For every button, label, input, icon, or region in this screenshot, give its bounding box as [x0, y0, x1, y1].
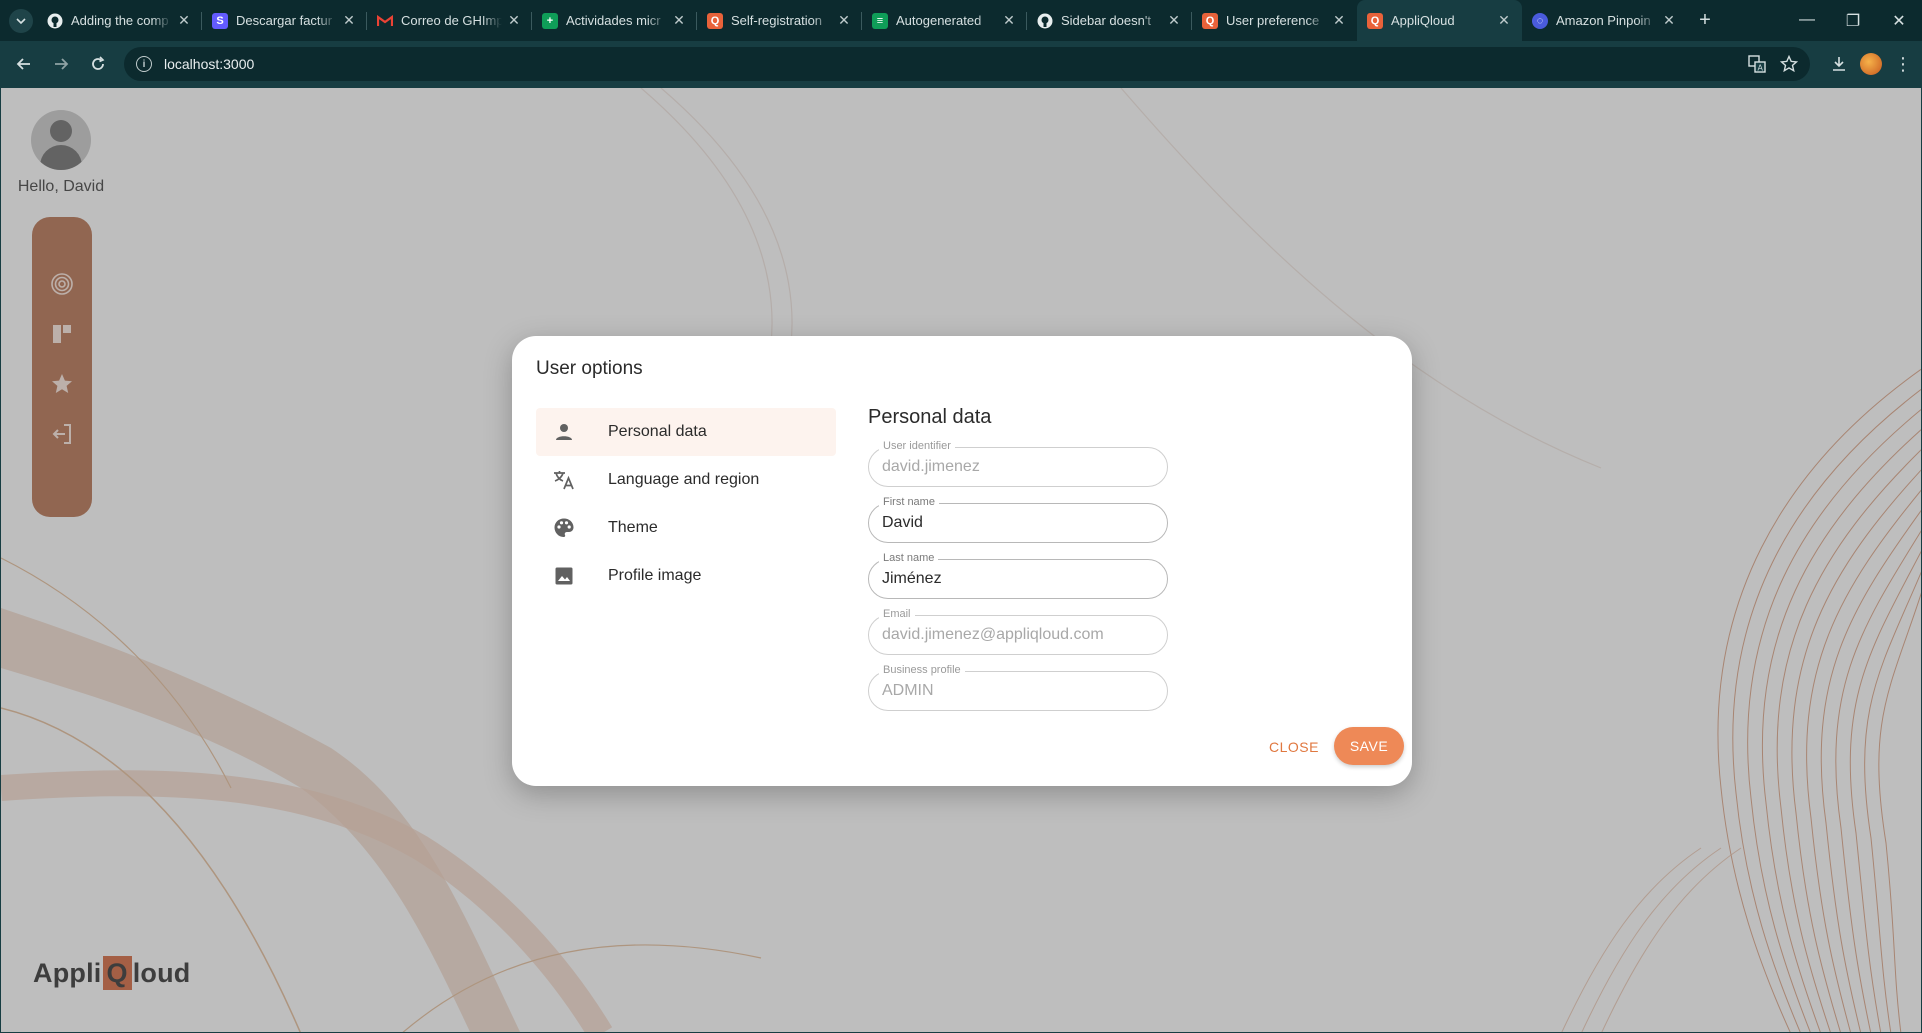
- close-icon[interactable]: ✕: [341, 12, 357, 29]
- svg-text:A: A: [1758, 64, 1764, 73]
- new-tab-button[interactable]: +: [1687, 9, 1723, 32]
- menu-item-language-region[interactable]: Language and region: [536, 456, 836, 504]
- browser-tab[interactable]: Sidebar doesn't ✕: [1027, 0, 1192, 41]
- browser-profile-avatar[interactable]: [1860, 53, 1882, 75]
- image-icon: [552, 564, 576, 588]
- close-icon[interactable]: ✕: [1001, 12, 1017, 29]
- appliqloud-icon: Q: [1367, 12, 1383, 29]
- business-profile-field: Business profile: [868, 664, 1168, 711]
- close-icon[interactable]: ✕: [506, 12, 522, 29]
- browser-tab[interactable]: ≡ Autogenerated ✕: [862, 0, 1027, 41]
- download-icon[interactable]: [1830, 55, 1848, 73]
- reload-button[interactable]: [80, 46, 116, 82]
- url-text: localhost:3000: [164, 56, 255, 72]
- tab-search-button[interactable]: [9, 8, 33, 33]
- reload-icon: [92, 56, 105, 70]
- site-info-icon[interactable]: i: [136, 56, 152, 72]
- close-button[interactable]: CLOSE: [1269, 739, 1319, 755]
- tab-title: Descargar factur: [236, 13, 333, 28]
- tab-title: Autogenerated: [896, 13, 982, 28]
- close-icon[interactable]: ✕: [1331, 12, 1347, 29]
- browser-tab[interactable]: Q User preference ✕: [1192, 0, 1357, 41]
- arrow-left-icon: [16, 58, 30, 70]
- save-button[interactable]: SAVE: [1334, 727, 1404, 765]
- browser-toolbar: i localhost:3000 A ⋮: [0, 41, 1922, 87]
- github-icon: [47, 13, 63, 29]
- translate-page-icon[interactable]: A: [1748, 55, 1766, 73]
- aws-icon: ◌: [1532, 12, 1548, 29]
- first-name-input[interactable]: [882, 504, 1152, 542]
- user-options-dialog: User options Personal data Language and …: [512, 336, 1412, 786]
- browser-tab[interactable]: S Descargar factur ✕: [202, 0, 367, 41]
- sheets-icon: +: [542, 12, 558, 29]
- bookmark-star-icon[interactable]: [1780, 55, 1798, 73]
- close-icon[interactable]: ✕: [1661, 12, 1677, 29]
- tab-title: AppliQloud: [1391, 13, 1455, 28]
- browser-tab[interactable]: Q Self-registration ✕: [697, 0, 862, 41]
- tab-title: Actividades micr: [566, 13, 661, 28]
- last-name-field[interactable]: Last name: [868, 552, 1168, 599]
- appliqloud-icon: Q: [707, 12, 723, 29]
- person-icon: [552, 420, 576, 444]
- browser-tab-active[interactable]: Q AppliQloud ✕: [1357, 0, 1522, 41]
- user-identifier-field: User identifier: [868, 440, 1168, 487]
- close-icon[interactable]: ✕: [1166, 12, 1182, 29]
- menu-item-label: Personal data: [608, 423, 707, 440]
- github-icon: [1037, 13, 1053, 29]
- user-identifier-input: [882, 448, 1152, 486]
- appliqloud-icon: Q: [1202, 12, 1218, 29]
- window-close-button[interactable]: ✕: [1876, 11, 1922, 31]
- close-icon[interactable]: ✕: [176, 12, 192, 29]
- close-icon[interactable]: ✕: [1496, 12, 1512, 29]
- close-icon[interactable]: ✕: [671, 12, 687, 29]
- email-input: [882, 616, 1152, 654]
- translate-icon: [552, 468, 576, 492]
- tab-title: Self-registration: [731, 13, 823, 28]
- stripe-icon: S: [212, 12, 228, 29]
- menu-item-theme[interactable]: Theme: [536, 504, 836, 552]
- menu-item-label: Theme: [608, 519, 658, 536]
- minimize-button[interactable]: —: [1784, 11, 1830, 31]
- close-icon[interactable]: ✕: [836, 12, 852, 29]
- address-bar[interactable]: i localhost:3000 A: [124, 47, 1810, 81]
- arrow-right-icon: [55, 58, 69, 70]
- browser-tab[interactable]: Correo de GHImp ✕: [367, 0, 532, 41]
- tab-title: Adding the comp: [71, 13, 169, 28]
- tab-title: Sidebar doesn't: [1061, 13, 1151, 28]
- browser-tab-strip: Adding the comp ✕ S Descargar factur ✕ C…: [0, 0, 1922, 41]
- browser-tab[interactable]: ◌ Amazon Pinpoin ✕: [1522, 0, 1687, 41]
- sheets-icon: ≡: [872, 12, 888, 29]
- dialog-title: User options: [536, 358, 643, 379]
- page-viewport: Hello, David Appli Qloud User options Per…: [0, 87, 1922, 1033]
- first-name-field[interactable]: First name: [868, 496, 1168, 543]
- more-menu-icon[interactable]: ⋮: [1894, 54, 1912, 75]
- tab-title: Amazon Pinpoin: [1556, 13, 1651, 28]
- tab-title: User preference: [1226, 13, 1320, 28]
- palette-icon: [552, 516, 576, 540]
- menu-item-label: Profile image: [608, 567, 702, 584]
- email-field: Email: [868, 608, 1168, 655]
- menu-item-profile-image[interactable]: Profile image: [536, 552, 836, 600]
- last-name-input[interactable]: [882, 560, 1152, 598]
- menu-item-label: Language and region: [608, 471, 760, 488]
- options-menu: Personal data Language and region Theme …: [536, 408, 836, 600]
- business-profile-input: [882, 672, 1152, 710]
- section-title: Personal data: [868, 406, 992, 428]
- gmail-icon: [377, 13, 393, 29]
- tab-title: Correo de GHImp: [401, 13, 502, 28]
- browser-tab[interactable]: Adding the comp ✕: [37, 0, 202, 41]
- chevron-down-icon: [16, 17, 26, 24]
- restore-button[interactable]: ❐: [1830, 11, 1876, 31]
- forward-button[interactable]: [43, 46, 79, 82]
- back-button[interactable]: [6, 46, 42, 82]
- menu-item-personal-data[interactable]: Personal data: [536, 408, 836, 456]
- browser-tab[interactable]: + Actividades micr ✕: [532, 0, 697, 41]
